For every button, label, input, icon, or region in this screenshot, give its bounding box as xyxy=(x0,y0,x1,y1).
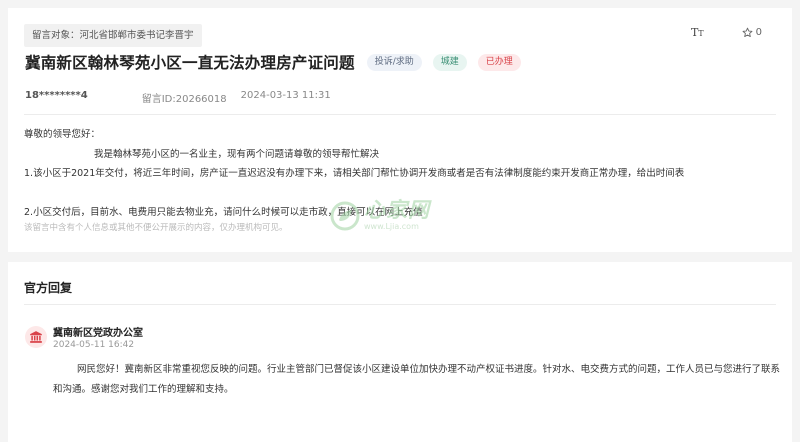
favorite-count: 0 xyxy=(755,27,762,38)
content-intro: 我是翰林琴苑小区的一名业主，现有两个问题请尊敬的领导帮忙解决 xyxy=(94,148,380,160)
title-row: 冀南新区翰林琴苑小区一直无法办理房产证问题 投诉/求助 城建 已办理 xyxy=(25,51,532,73)
user-id: 18********4 xyxy=(25,90,88,101)
reply-heading: 官方回复 xyxy=(24,281,73,295)
star-icon xyxy=(742,27,753,38)
message-title: 冀南新区翰林琴苑小区一直无法办理房产证问题 xyxy=(25,54,355,72)
message-card: 留言对象：河北省邯郸市委书记李晋宇 TT 0 冀南新区翰林琴苑小区一直无法办理房… xyxy=(8,8,792,252)
message-id: 留言ID:20266018 xyxy=(141,94,227,105)
content-point-1: 1.该小区于2021年交付，将近三年时间，房产证一直迟迟没有办理下来，请相关部门… xyxy=(24,168,685,179)
leaf-logo-icon xyxy=(330,201,360,230)
message-target-tag: 留言对象：河北省邯郸市委书记李晋宇 xyxy=(24,24,202,47)
watermark: 心家网 www.Ljia.com xyxy=(330,200,430,231)
reply-date: 2024-05-11 16:42 xyxy=(53,340,135,350)
reply-body: 网民您好！冀南新区非常重视您反映的问题。行业主管部门已督促该小区建设单位加快办理… xyxy=(53,364,781,395)
content-greeting: 尊敬的领导您好： xyxy=(24,129,101,140)
watermark-url: www.Ljia.com xyxy=(364,222,419,231)
reply-card: 官方回复 冀南新区党政办公室 2024-05-11 16:42 网民您好！冀南新… xyxy=(8,262,792,442)
type-badge: 投诉/求助 xyxy=(366,53,422,71)
government-building-icon xyxy=(25,326,47,348)
divider xyxy=(24,114,776,115)
privacy-note: 该留言中含有个人信息或其他不便公开展示的内容，仅办理机构可见。 xyxy=(24,223,288,233)
message-tools: TT 0 xyxy=(691,26,762,39)
message-meta: 18********4 留言ID:20266018 2024-03-13 11:… xyxy=(25,90,331,105)
status-badge: 已办理 xyxy=(477,53,521,71)
watermark-text: 心家网 xyxy=(364,198,430,222)
message-datetime: 2024-03-13 11:31 xyxy=(240,90,331,101)
favorite-button[interactable]: 0 xyxy=(742,27,762,38)
dept-badge: 城建 xyxy=(432,53,467,71)
reply-org-name: 冀南新区党政办公室 xyxy=(53,328,143,339)
reply-divider xyxy=(24,304,776,305)
font-size-icon[interactable]: TT xyxy=(691,26,704,39)
